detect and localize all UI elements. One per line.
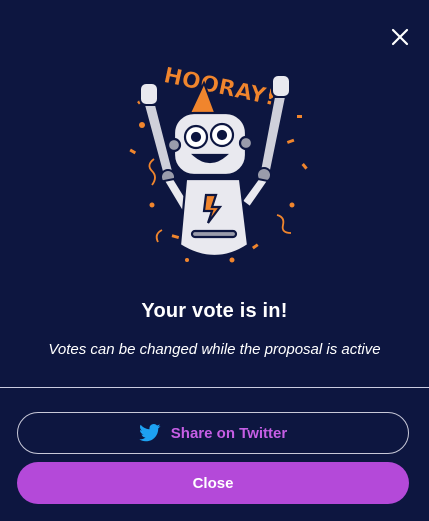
close-button[interactable]: Close (17, 462, 409, 504)
svg-text:HOORAY!: HOORAY! (161, 63, 277, 111)
dialog-subtitle: Votes can be changed while the proposal … (48, 341, 381, 358)
divider (0, 387, 429, 388)
close-icon[interactable] (389, 26, 411, 48)
share-on-twitter-button[interactable]: Share on Twitter (17, 412, 409, 454)
share-button-label: Share on Twitter (170, 424, 288, 442)
celebrating-robot-illustration: HOORAY! (112, 55, 318, 275)
dialog-title: Your vote is in! (141, 300, 288, 322)
vote-confirmation-dialog: HOORAY! Your vote is in! Votes can be ch… (0, 0, 429, 521)
close-button-label: Close (192, 474, 234, 492)
twitter-icon (138, 424, 161, 442)
